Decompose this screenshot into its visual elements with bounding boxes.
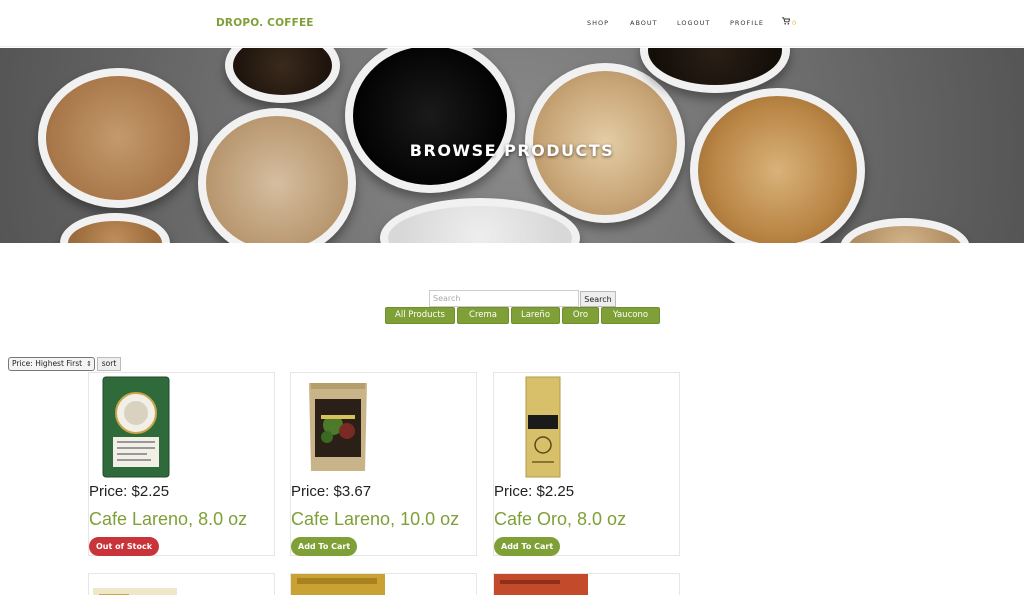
nav-profile[interactable]: PROFILE xyxy=(730,19,764,27)
filter-crema[interactable]: Crema xyxy=(457,307,509,324)
product-name[interactable]: Cafe Lareno, 8.0 oz xyxy=(89,509,247,530)
hero-cup-image xyxy=(380,198,580,243)
product-card xyxy=(88,573,275,595)
product-price: Price: $3.67 xyxy=(291,483,372,500)
hero-banner: BROWSE PRODUCTS xyxy=(0,48,1024,243)
filter-oro[interactable]: Oro xyxy=(562,307,599,324)
hero-cup-image xyxy=(345,48,515,193)
product-image[interactable] xyxy=(101,375,171,479)
product-image[interactable] xyxy=(506,375,576,479)
filter-yaucono[interactable]: Yaucono xyxy=(601,307,660,324)
page-title: BROWSE PRODUCTS xyxy=(409,141,615,160)
brand-logo[interactable]: DROPO. COFFEE xyxy=(216,17,314,29)
product-card: Price: $3.67 Cafe Lareno, 10.0 oz Add To… xyxy=(290,372,477,556)
product-image[interactable] xyxy=(303,375,373,479)
nav-shop[interactable]: SHOP xyxy=(587,19,609,27)
sort-selected-value: Price: Highest First xyxy=(12,359,83,368)
product-name[interactable]: Cafe Oro, 8.0 oz xyxy=(494,509,626,530)
hero-cup-image xyxy=(38,68,198,208)
hero-cup-image xyxy=(640,48,790,93)
product-card: Price: $2.25 Cafe Lareno, 8.0 oz Out of … xyxy=(88,372,275,556)
search-button[interactable]: Search xyxy=(580,291,616,307)
filter-all-products[interactable]: All Products xyxy=(385,307,455,324)
product-image[interactable] xyxy=(93,586,177,595)
filter-lareno[interactable]: Lareño xyxy=(511,307,560,324)
product-name[interactable]: Cafe Lareno, 10.0 oz xyxy=(291,509,459,530)
top-navbar: DROPO. COFFEE SHOP ABOUT LOGOUT PROFILE … xyxy=(0,0,1024,47)
product-card xyxy=(493,573,680,595)
hero-cup-image xyxy=(690,88,865,243)
product-card: Price: $2.25 Cafe Oro, 8.0 oz Add To Car… xyxy=(493,372,680,556)
cart-count: 0 xyxy=(792,19,797,27)
product-image[interactable] xyxy=(494,574,588,595)
sort-select[interactable]: Price: Highest First ⇕ xyxy=(8,357,95,371)
add-to-cart-button[interactable]: Add To Cart xyxy=(494,537,561,556)
out-of-stock-button[interactable]: Out of Stock xyxy=(89,537,160,556)
chevron-updown-icon: ⇕ xyxy=(86,360,92,368)
nav-logout[interactable]: LOGOUT xyxy=(677,19,710,27)
product-price: Price: $2.25 xyxy=(89,483,170,500)
sort-button[interactable]: sort xyxy=(97,357,121,371)
hero-cup-image xyxy=(840,218,970,243)
product-price: Price: $2.25 xyxy=(494,483,575,500)
hero-cup-image xyxy=(198,108,356,243)
product-card xyxy=(290,573,477,595)
cart-icon[interactable] xyxy=(782,17,791,27)
hero-cup-image xyxy=(225,48,340,103)
product-image[interactable] xyxy=(291,574,385,595)
add-to-cart-button[interactable]: Add To Cart xyxy=(291,537,358,556)
nav-about[interactable]: ABOUT xyxy=(630,19,658,27)
hero-cup-image xyxy=(60,213,170,243)
search-input[interactable] xyxy=(429,290,579,307)
